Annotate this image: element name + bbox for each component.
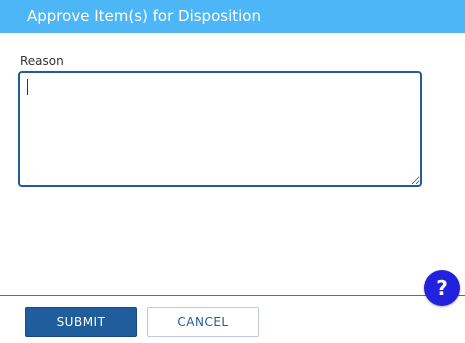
submit-button[interactable]: SUBMIT xyxy=(25,307,137,337)
text-caret xyxy=(27,79,28,95)
cancel-button[interactable]: CANCEL xyxy=(147,307,259,337)
help-button[interactable]: ? xyxy=(424,270,460,306)
reason-textarea[interactable] xyxy=(18,71,422,187)
footer-divider xyxy=(0,295,465,296)
dialog-title: Approve Item(s) for Disposition xyxy=(27,7,261,25)
question-mark-icon: ? xyxy=(436,276,448,300)
dialog-title-bar: Approve Item(s) for Disposition xyxy=(0,0,465,33)
reason-label: Reason xyxy=(20,54,64,68)
